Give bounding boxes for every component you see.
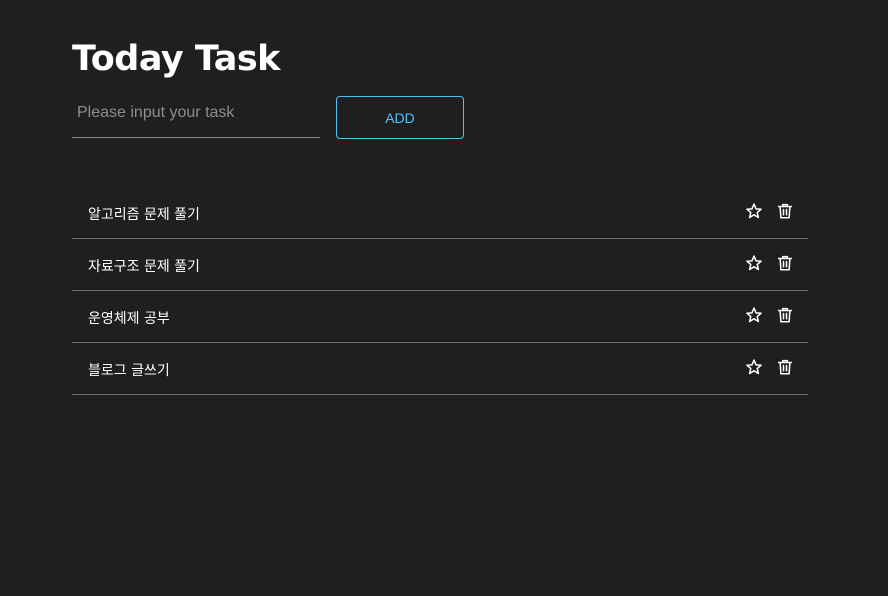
task-text: 블로그 글쓰기: [88, 363, 170, 379]
trash-icon[interactable]: [776, 202, 794, 220]
list-item: 운영체제 공부: [72, 291, 808, 343]
page-title: Today Task: [72, 39, 280, 79]
task-text: 운영체제 공부: [88, 311, 170, 327]
trash-icon[interactable]: [776, 306, 794, 324]
list-item: 알고리즘 문제 풀기: [72, 187, 808, 239]
task-text: 자료구조 문제 풀기: [88, 259, 200, 275]
trash-icon[interactable]: [776, 254, 794, 272]
list-item: 블로그 글쓰기: [72, 343, 808, 395]
task-list: 알고리즘 문제 풀기 자료구조 문제 풀기 운영체제 공부 블로그 글쓰기: [72, 187, 808, 395]
task-input[interactable]: [72, 94, 320, 138]
star-icon[interactable]: [745, 306, 763, 324]
star-icon[interactable]: [745, 358, 763, 376]
star-icon[interactable]: [745, 254, 763, 272]
task-text: 알고리즘 문제 풀기: [88, 207, 200, 223]
list-item: 자료구조 문제 풀기: [72, 239, 808, 291]
star-icon[interactable]: [745, 202, 763, 220]
add-button[interactable]: ADD: [336, 96, 464, 139]
trash-icon[interactable]: [776, 358, 794, 376]
